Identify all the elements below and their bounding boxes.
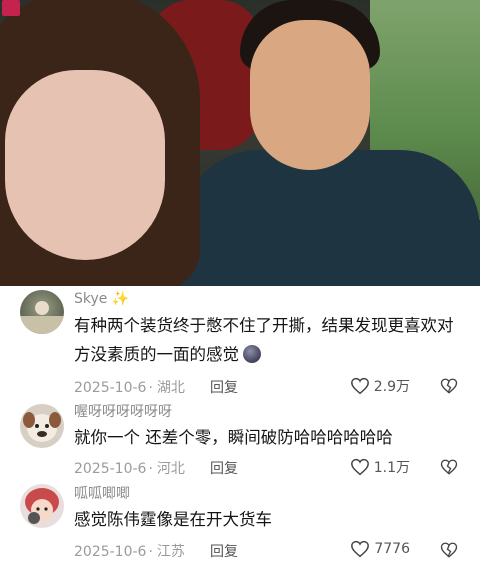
reply-button[interactable]: 回复 <box>210 377 238 397</box>
avatar[interactable] <box>20 290 64 334</box>
like-count: 7776 <box>374 541 410 557</box>
like-button[interactable]: 1.1万 <box>350 457 410 477</box>
comment-location: 河北 <box>156 461 185 477</box>
heart-icon <box>350 458 369 476</box>
cartoon-avatar-icon <box>25 488 59 524</box>
comment-text: 就你一个 还差个零，瞬间破防哈哈哈哈哈哈 <box>74 428 393 447</box>
comment-text: 感觉陈伟霆像是在开大货车 <box>74 510 272 529</box>
comment-meta: 2025-10-6 · 湖北 <box>74 380 185 396</box>
avatar-image-icon <box>20 301 64 334</box>
like-count: 1.1万 <box>373 460 410 476</box>
comment-date: 2025-10-6 <box>74 380 147 396</box>
comment-item: 呱呱唧唧 感觉陈伟霆像是在开大货车 2025-10-6 · 江苏 回复 7776 <box>0 481 480 564</box>
comment-item: 喔呀呀呀呀呀呀 就你一个 还差个零，瞬间破防哈哈哈哈哈哈 2025-10-6 · 河… <box>0 396 480 481</box>
smirk-emoji-icon <box>243 345 261 363</box>
comment-location: 湖北 <box>156 380 185 396</box>
comment-text-content: 有种两个装货终于憋不住了开撕，结果发现更喜欢对方没素质的一面的感觉 <box>74 316 454 364</box>
avatar[interactable] <box>20 484 64 528</box>
corner-badge-icon <box>2 0 20 16</box>
reply-button[interactable]: 回复 <box>210 541 238 561</box>
comment-username[interactable]: Skye ✨ <box>74 291 129 307</box>
woman-figure-face <box>5 70 165 260</box>
comment-username[interactable]: 喔呀呀呀呀呀呀 <box>74 401 172 421</box>
sparkle-icon: ✨ <box>111 291 130 307</box>
broken-heart-dislike-icon[interactable] <box>440 377 458 395</box>
heart-icon <box>351 540 370 558</box>
username-text: Skye <box>74 291 108 307</box>
avatar[interactable] <box>20 404 64 448</box>
dog-avatar-icon <box>23 412 61 442</box>
man-figure-body <box>180 150 480 286</box>
like-button[interactable]: 2.9万 <box>350 376 410 396</box>
like-button[interactable]: 7776 <box>350 540 410 558</box>
man-figure-face <box>250 20 370 170</box>
comment-text: 有种两个装货终于憋不住了开撕，结果发现更喜欢对方没素质的一面的感觉 <box>74 311 464 369</box>
video-frame[interactable] <box>0 0 480 286</box>
reply-button[interactable]: 回复 <box>210 458 238 478</box>
comment-date: 2025-10-6 <box>74 461 147 477</box>
comment-meta: 2025-10-6 · 江苏 <box>74 544 185 560</box>
heart-icon <box>350 377 369 395</box>
comment-location: 江苏 <box>156 544 185 560</box>
comment-username[interactable]: 呱呱唧唧 <box>74 483 130 503</box>
broken-heart-dislike-icon[interactable] <box>440 458 458 476</box>
comment-date: 2025-10-6 <box>74 544 147 560</box>
broken-heart-dislike-icon[interactable] <box>440 541 458 559</box>
like-count: 2.9万 <box>373 379 410 395</box>
comment-item: Skye ✨ 有种两个装货终于憋不住了开撕，结果发现更喜欢对方没素质的一面的感觉… <box>0 286 480 396</box>
comment-meta: 2025-10-6 · 河北 <box>74 461 185 477</box>
